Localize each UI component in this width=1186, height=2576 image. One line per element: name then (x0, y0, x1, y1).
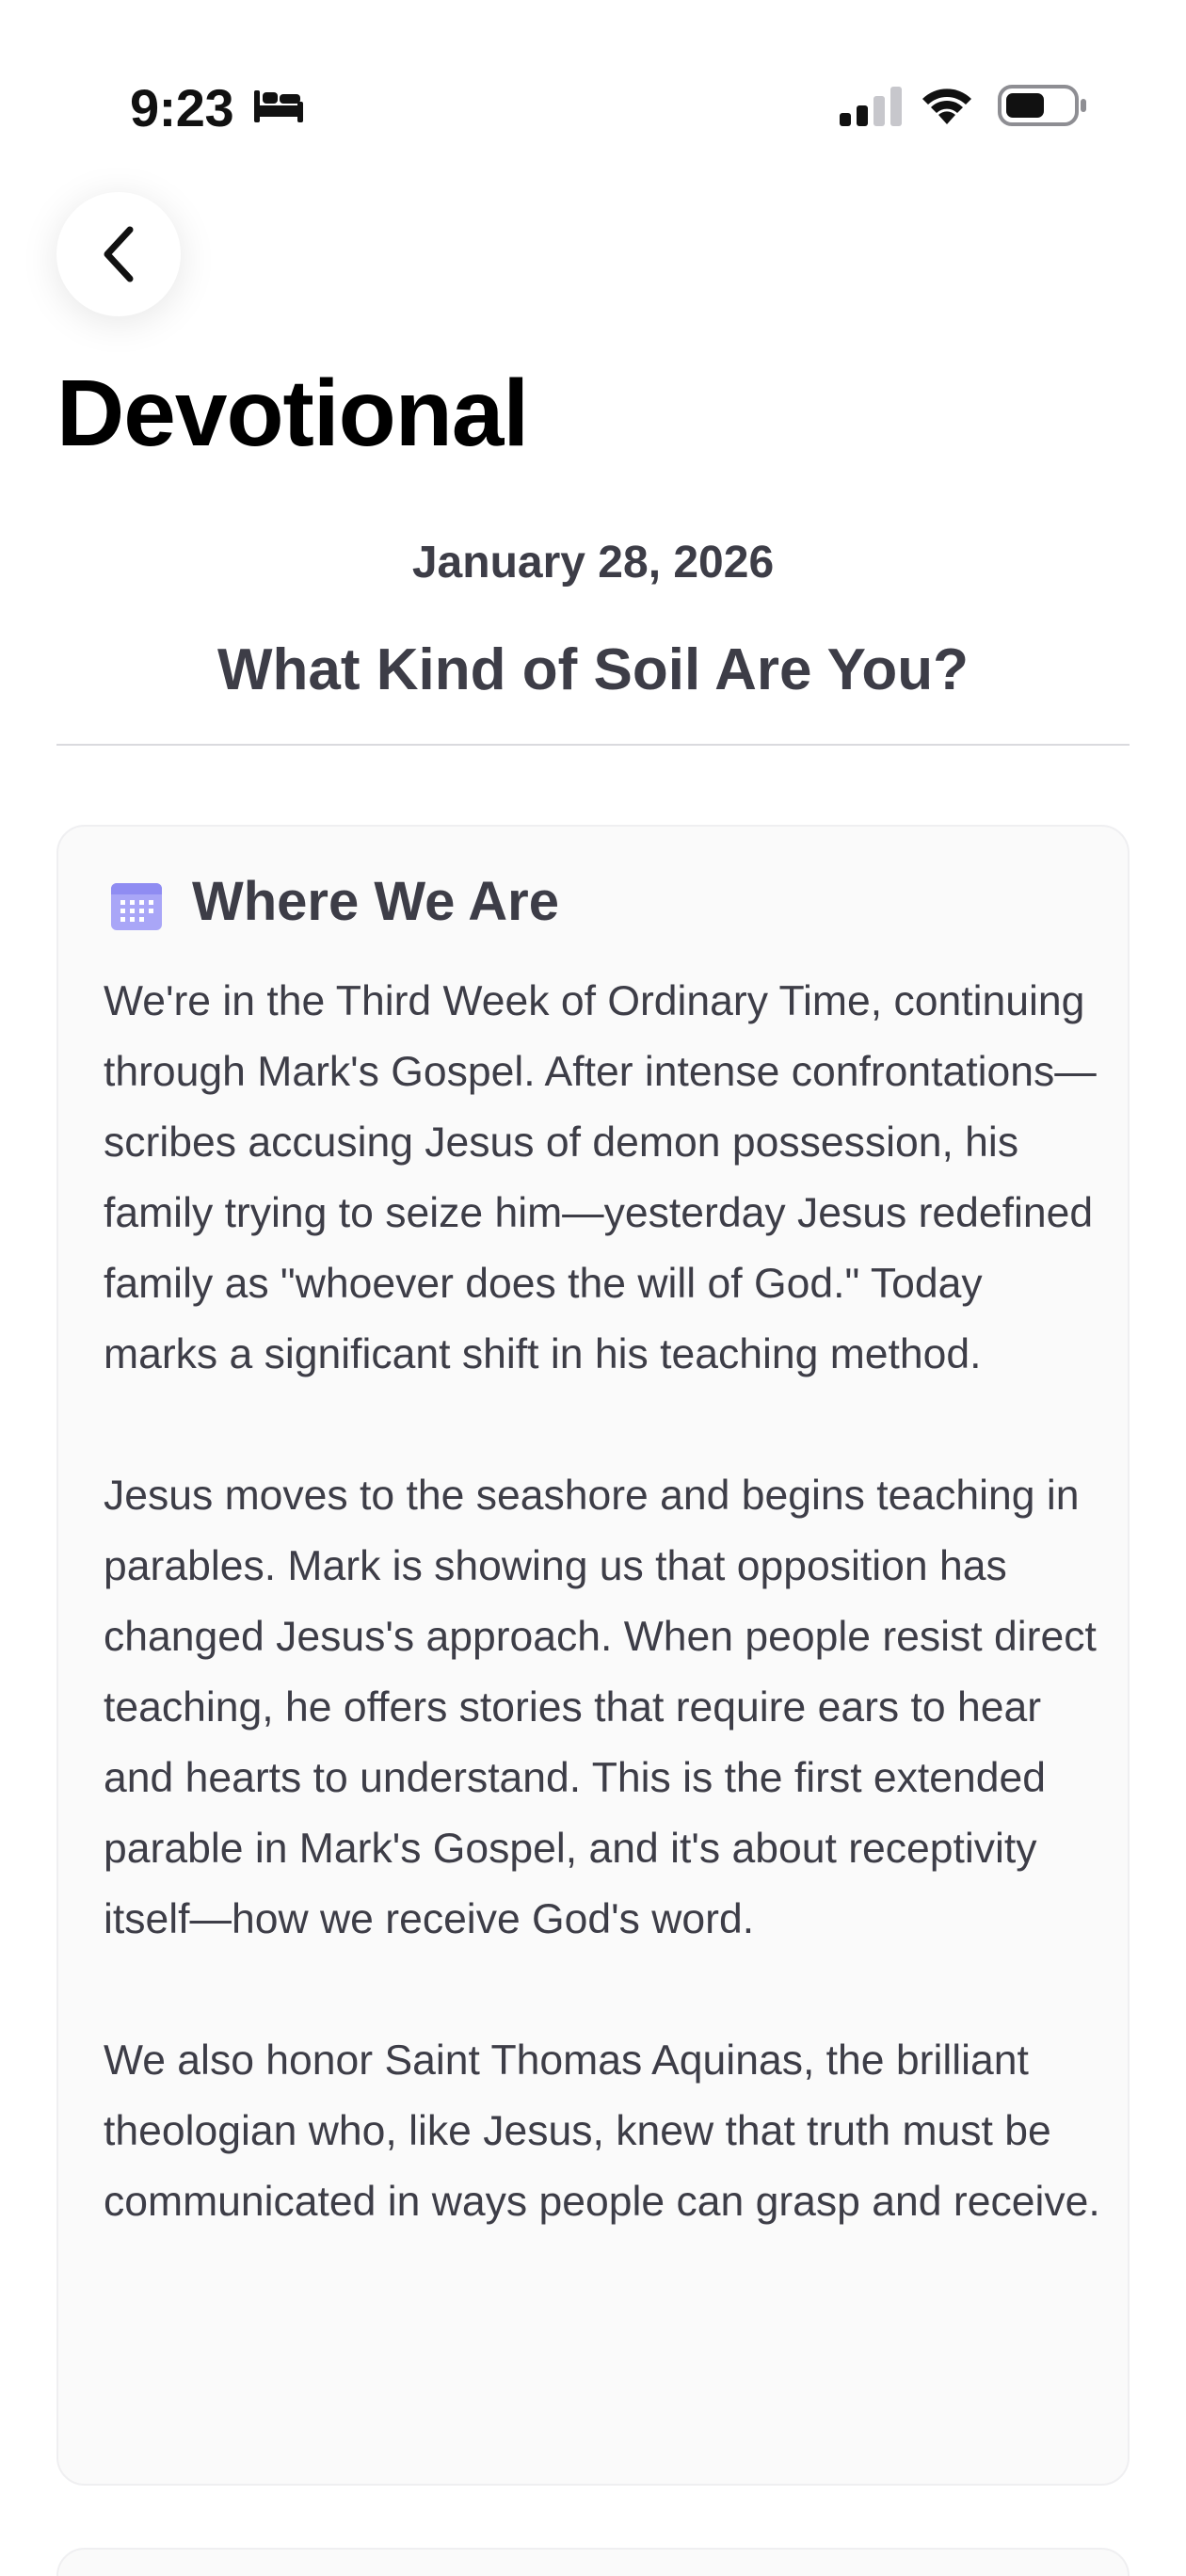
divider (56, 744, 1130, 746)
next-section-card (56, 2548, 1130, 2576)
devotional-title: What Kind of Soil Are You? (217, 637, 969, 702)
where-we-are-card: Where We Are We're in the Third Week of … (56, 825, 1130, 2486)
signal-icon (840, 87, 902, 126)
back-button[interactable] (56, 192, 181, 316)
bed-icon (254, 90, 303, 122)
devotional-date: January 28, 2026 (411, 538, 775, 588)
wifi-icon (922, 89, 971, 124)
section-title: Where We Are (192, 871, 559, 932)
devotional-screen: 9:23 Devotional January 28, 2026 What Ki… (0, 0, 1186, 2576)
status-time: 9:23 (130, 78, 234, 137)
status-bar: 9:23 (0, 0, 1186, 188)
section-paragraph: Jesus moves to the seashore and begins t… (104, 1473, 1097, 1942)
battery-icon (998, 85, 1086, 126)
section-paragraph: We also honor Saint Thomas Aquinas, the … (104, 2037, 1100, 2225)
section-paragraph: We're in the Third Week of Ordinary Time… (104, 978, 1097, 1377)
calendar-icon (111, 883, 162, 930)
section-body: We're in the Third Week of Ordinary Time… (104, 966, 1101, 2237)
chevron-left-icon (104, 226, 134, 282)
page-title: Devotional (56, 361, 529, 466)
